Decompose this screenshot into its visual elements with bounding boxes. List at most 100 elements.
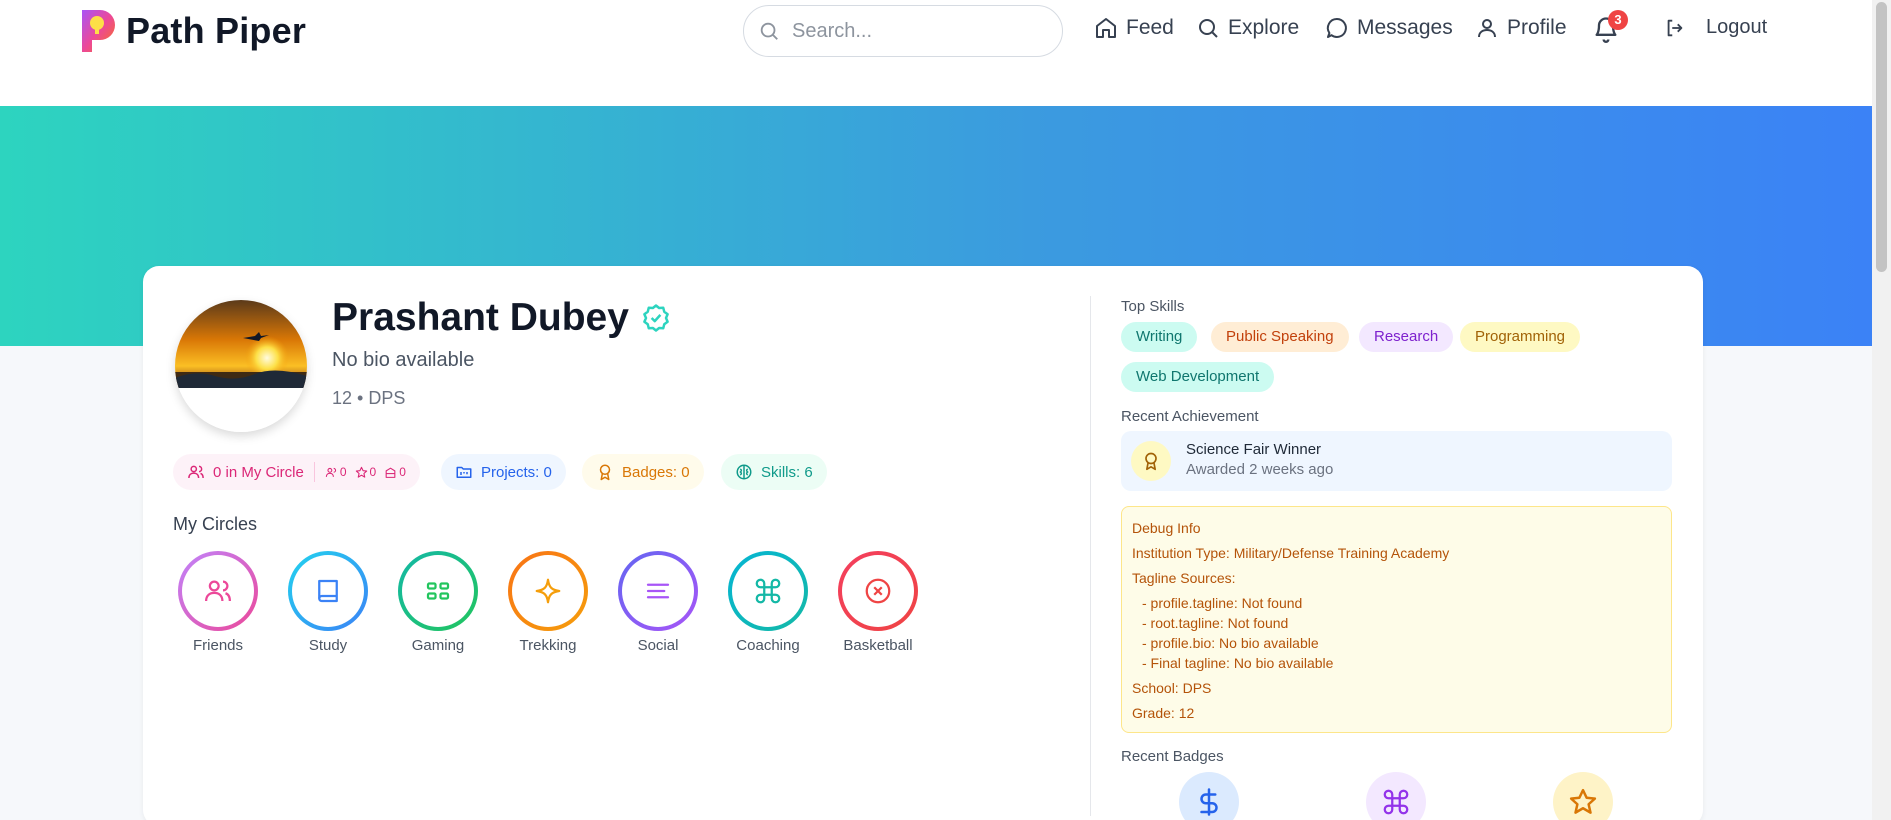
profile-grade-school: 12 • DPS	[332, 388, 406, 408]
message-circle-icon	[1326, 17, 1347, 38]
home-icon	[1096, 18, 1116, 38]
page-scrollbar[interactable]	[1872, 0, 1891, 820]
command-icon	[732, 555, 804, 627]
circle-item-trekking[interactable]: Trekking	[498, 551, 598, 654]
avatar[interactable]	[175, 300, 307, 432]
book-icon	[292, 555, 364, 627]
circle-item-friends[interactable]: Friends	[168, 551, 268, 654]
debug-source-line: - profile.tagline: Not found	[1142, 595, 1303, 611]
circle-item-coaching[interactable]: Coaching	[718, 551, 818, 654]
logout-button[interactable]: Logout	[1664, 16, 1767, 39]
circle-label: Friends	[192, 637, 244, 654]
badges-pill[interactable]: Badges: 0	[582, 454, 704, 490]
nav-messages[interactable]: Messages	[1325, 16, 1453, 40]
award-icon	[599, 464, 611, 481]
circle-school-mini: 0	[384, 465, 406, 479]
debug-sources-title: Tagline Sources:	[1132, 570, 1236, 586]
nav-explore[interactable]: Explore	[1196, 16, 1299, 40]
command-icon[interactable]	[1366, 772, 1426, 820]
debug-source-line: - profile.bio: No bio available	[1142, 635, 1319, 651]
app-name: Path Piper	[126, 10, 307, 51]
badges-count: Badges: 0	[622, 463, 690, 481]
logout-label: Logout	[1706, 16, 1768, 38]
column-divider	[1090, 296, 1091, 816]
profile-bio: No bio available	[332, 349, 475, 371]
circle-label: Coaching	[736, 637, 800, 654]
dollar-icon[interactable]	[1179, 772, 1239, 820]
skill-chip[interactable]: Web Development	[1121, 362, 1275, 392]
circle-label: Trekking	[519, 637, 577, 654]
lines-icon	[622, 555, 694, 627]
circle-label: Gaming	[411, 637, 465, 654]
circle-item-basketball[interactable]: Basketball	[828, 551, 928, 654]
notifications-button[interactable]: 3	[1592, 10, 1628, 48]
users-icon	[325, 467, 336, 477]
star-icon[interactable]	[1553, 772, 1613, 820]
skill-chip[interactable]: Writing	[1121, 322, 1198, 352]
circle-friends-mini: 0	[325, 465, 347, 479]
my-circle-count: 0 in My Circle	[213, 463, 304, 481]
star-icon	[355, 466, 367, 478]
x-circle-icon	[842, 555, 914, 627]
debug-source-line: - Final tagline: No bio available	[1142, 655, 1334, 671]
search-box[interactable]	[743, 5, 1063, 57]
skill-chip[interactable]: Research	[1359, 322, 1454, 352]
circle-item-study[interactable]: Study	[278, 551, 378, 654]
debug-school: School: DPS	[1132, 680, 1212, 696]
user-icon	[1478, 19, 1496, 38]
circle-ring	[838, 551, 918, 631]
profile-card: Prashant Dubey No bio available 12 • DPS…	[143, 266, 1703, 820]
recent-badges-heading: Recent Badges	[1121, 748, 1224, 765]
achievement-subtitle: Awarded 2 weeks ago	[1186, 461, 1334, 478]
achievement-title: Science Fair Winner	[1186, 441, 1322, 458]
skills-pill[interactable]: Skills: 6	[721, 454, 827, 490]
circle-ring	[178, 551, 258, 631]
circle-stars-mini-count: 0	[369, 465, 377, 479]
achievement-card[interactable]: Science Fair Winner Awarded 2 weeks ago	[1121, 431, 1672, 491]
circle-school-mini-count: 0	[399, 465, 406, 479]
debug-title: Debug Info	[1132, 520, 1201, 536]
logout-icon	[1667, 19, 1683, 36]
circle-label: Study	[308, 637, 348, 654]
skills-count: Skills: 6	[761, 463, 813, 481]
skill-chip[interactable]: Programming	[1460, 322, 1581, 352]
circle-item-social[interactable]: Social	[608, 551, 708, 654]
recent-achievement-heading: Recent Achievement	[1121, 408, 1259, 425]
pill-separator	[313, 462, 315, 482]
projects-pill[interactable]: Projects: 0	[441, 454, 566, 490]
circle-label: Social	[637, 637, 679, 654]
debug-source-line: - root.tagline: Not found	[1142, 615, 1289, 631]
search-icon	[1199, 19, 1218, 38]
avatar-sunset-image	[175, 300, 307, 432]
circle-stars-mini: 0	[355, 465, 377, 479]
building-icon	[385, 467, 396, 478]
award-icon	[1131, 441, 1171, 481]
verified-badge-icon	[643, 304, 669, 332]
circle-item-gaming[interactable]: Gaming	[388, 551, 488, 654]
app-logo[interactable]: Path Piper	[80, 8, 306, 54]
nav-feed-label: Feed	[1126, 16, 1174, 39]
grid-icon	[402, 555, 474, 627]
users-icon	[188, 465, 204, 479]
my-circle-pill[interactable]: 0 in My Circle 0 0 0	[173, 454, 420, 490]
folder-kanban-icon	[456, 466, 472, 478]
circle-ring	[288, 551, 368, 631]
projects-count: Projects: 0	[481, 463, 552, 481]
nav-profile-label: Profile	[1507, 16, 1567, 39]
search-input[interactable]	[792, 19, 1032, 43]
nav-profile[interactable]: Profile	[1475, 16, 1567, 40]
top-navigation-bar: Path Piper Feed Explore Messages Profile…	[0, 0, 1872, 106]
notification-count-badge: 3	[1608, 10, 1628, 30]
scrollbar-thumb[interactable]	[1876, 2, 1887, 272]
skill-chip[interactable]: Public Speaking	[1211, 322, 1349, 352]
circle-ring	[618, 551, 698, 631]
nav-feed[interactable]: Feed	[1094, 16, 1174, 40]
debug-grade: Grade: 12	[1132, 705, 1195, 721]
nav-explore-label: Explore	[1228, 16, 1300, 39]
debug-info-panel: Debug Info Institution Type: Military/De…	[1121, 506, 1672, 733]
sparkle-icon	[512, 555, 584, 627]
profile-name: Prashant Dubey	[332, 296, 629, 339]
circle-ring	[508, 551, 588, 631]
search-icon	[760, 22, 778, 40]
brain-icon	[736, 464, 752, 480]
